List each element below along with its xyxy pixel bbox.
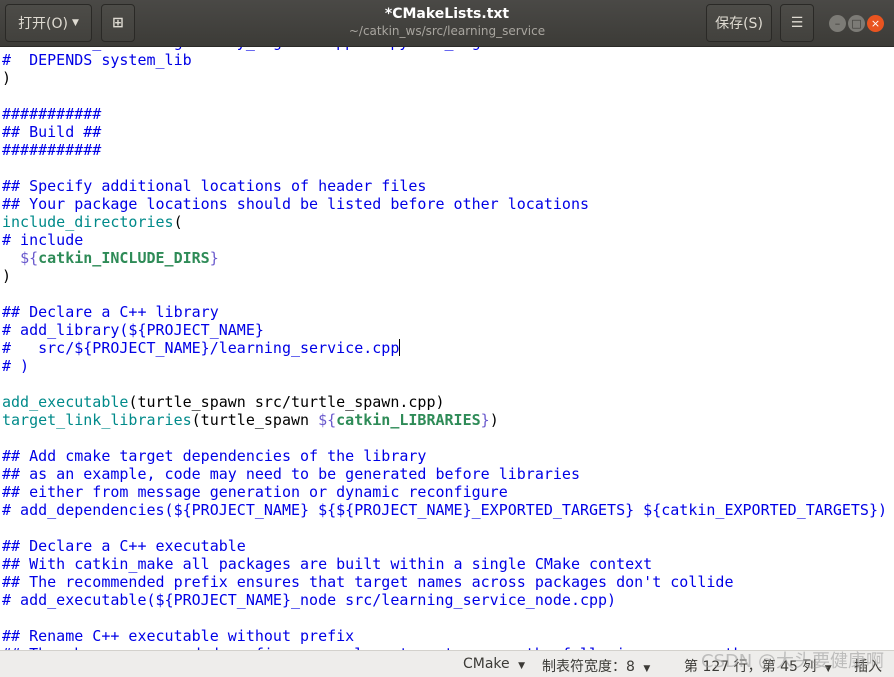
code-line: ###########: [0, 105, 894, 123]
code-line: ## Specify additional locations of heade…: [0, 177, 894, 195]
code-line: ## Build ##: [0, 123, 894, 141]
code-token: ## With catkin_make all packages are bui…: [2, 555, 653, 573]
code-line: add_executable(turtle_spawn src/turtle_s…: [0, 393, 894, 411]
chevron-down-icon: ▼: [72, 18, 79, 28]
code-token: ${: [318, 411, 337, 429]
code-line: ${catkin_INCLUDE_DIRS}: [0, 249, 894, 267]
insert-mode-label: 插入: [854, 659, 882, 675]
code-token: target_link_libraries: [2, 411, 192, 429]
code-token: ## Specify additional locations of heade…: [2, 177, 427, 195]
new-document-button[interactable]: ⊞: [101, 4, 135, 42]
code-token: ###########: [2, 105, 102, 123]
language-label: CMake: [463, 656, 510, 672]
code-line: # include: [0, 231, 894, 249]
code-token: # ): [2, 357, 30, 375]
code-line: ## Declare a C++ library: [0, 303, 894, 321]
code-token: ## The recommended prefix ensures that t…: [2, 573, 734, 591]
chevron-down-icon: ▼: [518, 661, 526, 671]
code-token: (turtle_spawn src/turtle_spawn.cpp): [128, 393, 445, 411]
code-token: ## Your package locations should be list…: [2, 195, 589, 213]
code-token: catkin_LIBRARIES: [336, 411, 481, 429]
code-token: ## Build ##: [2, 123, 102, 141]
cursor-position-selector[interactable]: 第 127 行，第 45 列 ▼: [684, 656, 832, 676]
tab-width-selector[interactable]: 制表符宽度：8 ▼: [542, 656, 650, 676]
code-token: ## Add cmake target dependencies of the …: [2, 447, 427, 465]
code-line: # add_executable(${PROJECT_NAME}_node sr…: [0, 591, 894, 609]
insert-mode-indicator: 插入: [854, 656, 882, 676]
cursor-position-label: 第 127 行，第 45 列: [684, 659, 817, 675]
code-line: ## Rename C++ executable without prefix: [0, 627, 894, 645]
code-token: # add_library(${PROJECT_NAME}: [2, 321, 264, 339]
code-line: # ): [0, 357, 894, 375]
code-line: ###########: [0, 141, 894, 159]
code-token: ): [2, 267, 12, 285]
code-token: # include: [2, 231, 84, 249]
code-token: # add_executable(${PROJECT_NAME}_node sr…: [2, 591, 617, 609]
text-cursor: [399, 339, 401, 356]
header-bar: 打开(O) ▼ ⊞ *CMakeLists.txt ~/catkin_ws/sr…: [0, 0, 894, 47]
code-token: add_executable: [2, 393, 129, 411]
code-token: ###########: [2, 141, 102, 159]
code-token: ): [489, 411, 499, 429]
code-token: catkin_INCLUDE_DIRS: [38, 249, 210, 267]
code-token: ## Rename C++ executable without prefix: [2, 627, 355, 645]
code-line: ## as an example, code may need to be ge…: [0, 465, 894, 483]
code-token: }: [480, 411, 490, 429]
code-line: # src/${PROJECT_NAME}/learning_service.c…: [0, 339, 894, 357]
code-token: # src/${PROJECT_NAME}/learning_service.c…: [2, 339, 400, 357]
open-label: 打开(O): [18, 16, 69, 32]
close-icon: ×: [870, 17, 881, 30]
chevron-down-icon: ▼: [643, 664, 651, 674]
code-line: ## Declare a C++ executable: [0, 537, 894, 555]
new-document-icon: ⊞: [112, 15, 124, 31]
text-editor[interactable]: # catkin_DEPENDS geometry_msgs roscpp ro…: [0, 33, 894, 650]
minimize-button[interactable]: –: [829, 15, 846, 32]
maximize-button[interactable]: □: [848, 15, 865, 32]
chevron-down-icon: ▼: [824, 664, 832, 674]
tab-width-label: 制表符宽度：8: [542, 659, 635, 675]
save-label: 保存(S): [715, 16, 763, 32]
code-token: (turtle_spawn: [191, 411, 319, 429]
code-line: ): [0, 267, 894, 285]
code-token: # add_dependencies(${PROJECT_NAME} ${${P…: [2, 501, 888, 519]
code-line: # add_dependencies(${PROJECT_NAME} ${${P…: [0, 501, 894, 519]
code-token: }: [209, 249, 219, 267]
save-button[interactable]: 保存(S): [706, 4, 772, 42]
code-line: ## Your package locations should be list…: [0, 195, 894, 213]
close-button[interactable]: ×: [867, 15, 884, 32]
code-line: ): [0, 69, 894, 87]
code-line: ## With catkin_make all packages are bui…: [0, 555, 894, 573]
language-selector[interactable]: CMake ▼: [463, 656, 525, 672]
code-line: target_link_libraries(turtle_spawn ${cat…: [0, 411, 894, 429]
code-token: ${: [20, 249, 39, 267]
code-line: ## either from message generation or dyn…: [0, 483, 894, 501]
minimize-icon: –: [834, 17, 841, 30]
menu-button[interactable]: ☰: [780, 4, 814, 42]
status-bar: CMake ▼ 制表符宽度：8 ▼ 第 127 行，第 45 列 ▼ 插入: [0, 650, 894, 677]
code-token: ## either from message generation or dyn…: [2, 483, 508, 501]
code-token: ## Declare a C++ executable: [2, 537, 246, 555]
open-button[interactable]: 打开(O) ▼: [5, 4, 92, 42]
hamburger-menu-icon: ☰: [790, 15, 804, 31]
code-token: ## Declare a C++ library: [2, 303, 219, 321]
code-line: # add_library(${PROJECT_NAME}: [0, 321, 894, 339]
code-line: include_directories(: [0, 213, 894, 231]
code-token: include_directories: [2, 213, 174, 231]
code-line: # DEPENDS system_lib: [0, 51, 894, 69]
code-line: ## The recommended prefix ensures that t…: [0, 573, 894, 591]
code-token: (: [173, 213, 183, 231]
code-token: ## as an example, code may need to be ge…: [2, 465, 580, 483]
code-token: ): [2, 69, 12, 87]
code-line: ## Add cmake target dependencies of the …: [0, 447, 894, 465]
maximize-icon: □: [851, 17, 862, 30]
code-token: # DEPENDS system_lib: [2, 51, 192, 69]
